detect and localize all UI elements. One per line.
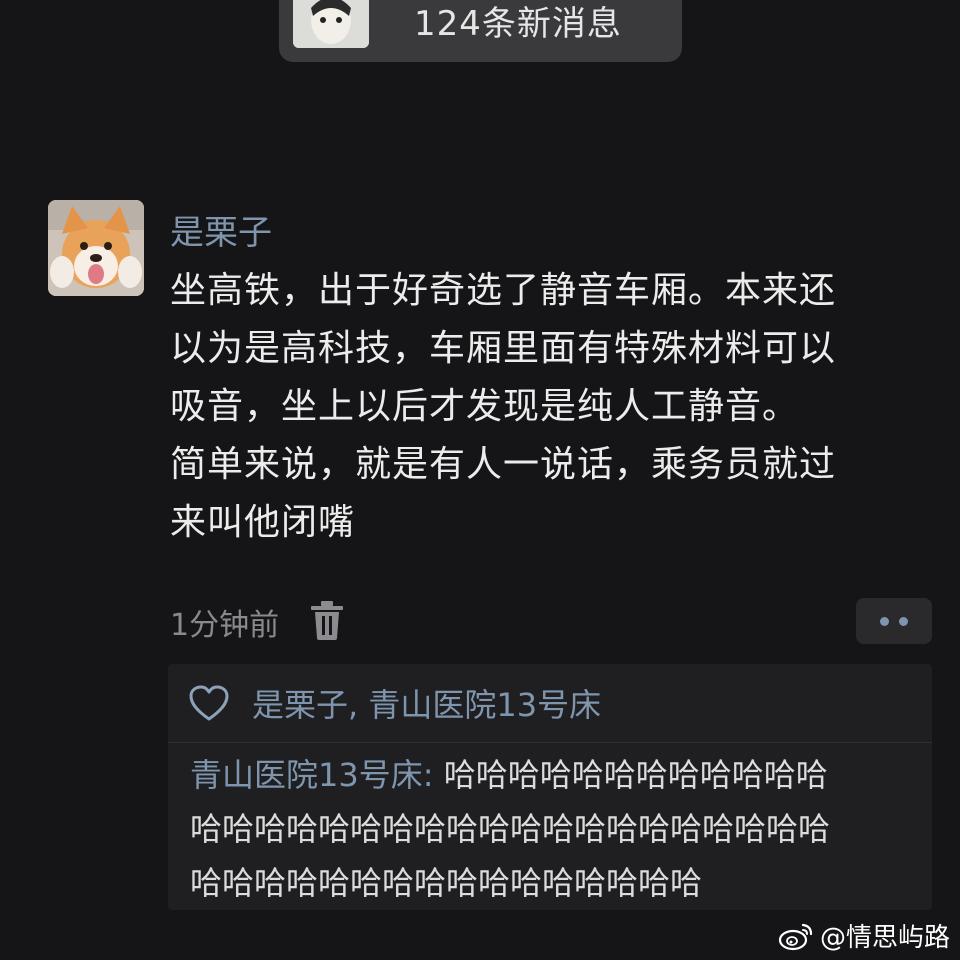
likes-row: 是栗子, 青山医院13号床 [188, 678, 601, 728]
post-line: 简单来说，就是有人一说话，乘务员就过 [170, 444, 837, 485]
weibo-logo-icon [778, 923, 813, 950]
new-messages-text: 124条新消息 [414, 4, 622, 44]
likes-comments-panel: 是栗子, 青山医院13号床 青山医院13号床: 哈哈哈哈哈哈哈哈哈哈哈哈 哈哈哈… [168, 664, 932, 910]
watermark-text: @情思屿路 [819, 923, 950, 953]
watermark: @情思屿路 [778, 917, 950, 954]
more-options-button[interactable] [856, 598, 932, 644]
comment-text: 哈哈哈哈哈哈哈哈哈哈哈哈哈哈哈哈 [190, 864, 703, 902]
user-avatar[interactable] [48, 200, 144, 296]
post-content: 坐高铁，出于好奇选了静音车厢。本来还 以为是高科技，车厢里面有特殊材料可以 吸音… [170, 262, 915, 552]
comment-item[interactable]: 青山医院13号床: 哈哈哈哈哈哈哈哈哈哈哈哈 哈哈哈哈哈哈哈哈哈哈哈哈哈哈哈哈哈… [190, 748, 925, 910]
post-line: 吸音，坐上以后才发现是纯人工静音。 [170, 386, 800, 427]
liked-by-users[interactable]: 是栗子, 青山医院13号床 [252, 680, 601, 726]
heart-outline-icon [189, 685, 229, 721]
comment-text: 哈哈哈哈哈哈哈哈哈哈哈哈哈哈哈哈哈哈哈哈 [190, 810, 831, 848]
trash-icon[interactable] [308, 600, 346, 642]
post-line: 以为是高科技，车厢里面有特殊材料可以 [170, 328, 837, 369]
post-timestamp: 1分钟前 [170, 608, 280, 643]
more-dots-icon [899, 616, 908, 626]
post-line: 来叫他闭嘴 [170, 502, 356, 543]
post-username[interactable]: 是栗子 [170, 205, 272, 254]
comment-text: 哈哈哈哈哈哈哈哈哈哈哈哈 [443, 756, 828, 794]
notification-avatar [293, 0, 369, 48]
new-messages-banner[interactable]: 124条新消息 [279, 0, 682, 62]
divider [168, 742, 932, 743]
more-dots-icon [880, 616, 889, 626]
comment-author[interactable]: 青山医院13号床: [190, 756, 434, 794]
post-line: 坐高铁，出于好奇选了静音车厢。本来还 [170, 270, 837, 311]
